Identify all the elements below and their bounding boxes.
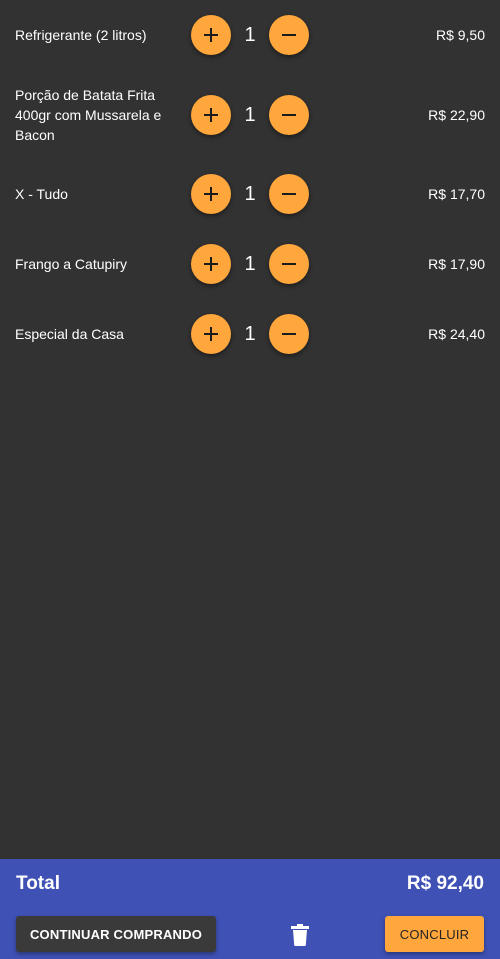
cart-item: Porção de Batata Frita 400gr com Mussare…: [0, 85, 500, 145]
minus-icon: [282, 263, 296, 265]
item-name: Refrigerante (2 litros): [15, 27, 147, 43]
item-name: Frango a Catupiry: [15, 256, 128, 272]
item-price: R$ 17,90: [428, 256, 485, 272]
increase-quantity-button[interactable]: [191, 15, 231, 55]
decrease-quantity-button[interactable]: [269, 95, 309, 135]
increase-quantity-button[interactable]: [191, 244, 231, 284]
continue-shopping-button[interactable]: CONTINUAR COMPRANDO: [16, 916, 216, 952]
trash-icon: [291, 924, 309, 946]
quantity-value: 1: [244, 253, 256, 275]
quantity-value: 1: [244, 323, 256, 345]
minus-icon: [282, 333, 296, 335]
minus-icon: [282, 193, 296, 195]
decrease-quantity-button[interactable]: [269, 15, 309, 55]
cart-item: Especial da Casa 1 R$ 24,40: [0, 314, 500, 354]
total-value: R$ 92,40: [406, 873, 484, 894]
cart-item: X - Tudo 1 R$ 17,70: [0, 174, 500, 214]
quantity-value: 1: [244, 183, 256, 205]
quantity-value: 1: [244, 104, 256, 126]
total-label: Total: [16, 873, 60, 894]
decrease-quantity-button[interactable]: [269, 244, 309, 284]
decrease-quantity-button[interactable]: [269, 314, 309, 354]
plus-icon: [204, 327, 218, 341]
minus-icon: [282, 34, 296, 36]
cart-item: Frango a Catupiry 1 R$ 17,90: [0, 244, 500, 284]
item-name: Especial da Casa: [15, 326, 124, 342]
cart-footer: Total R$ 92,40 CONTINUAR COMPRANDO CONCL…: [0, 859, 500, 959]
item-price: R$ 24,40: [428, 326, 485, 342]
increase-quantity-button[interactable]: [191, 95, 231, 135]
item-name: Porção de Batata Frita 400gr com Mussare…: [15, 87, 162, 143]
plus-icon: [204, 28, 218, 42]
increase-quantity-button[interactable]: [191, 174, 231, 214]
plus-icon: [204, 257, 218, 271]
item-price: R$ 22,90: [428, 107, 485, 123]
clear-cart-button[interactable]: [285, 921, 315, 949]
cart-item: Refrigerante (2 litros) 1 R$ 9,50: [0, 15, 500, 55]
item-price: R$ 17,70: [428, 186, 485, 202]
plus-icon: [204, 108, 218, 122]
plus-icon: [204, 187, 218, 201]
quantity-value: 1: [244, 24, 256, 46]
conclude-button[interactable]: CONCLUIR: [385, 916, 484, 952]
minus-icon: [282, 114, 296, 116]
item-price: R$ 9,50: [435, 27, 485, 43]
item-name: X - Tudo: [15, 186, 68, 202]
increase-quantity-button[interactable]: [191, 314, 231, 354]
decrease-quantity-button[interactable]: [269, 174, 309, 214]
